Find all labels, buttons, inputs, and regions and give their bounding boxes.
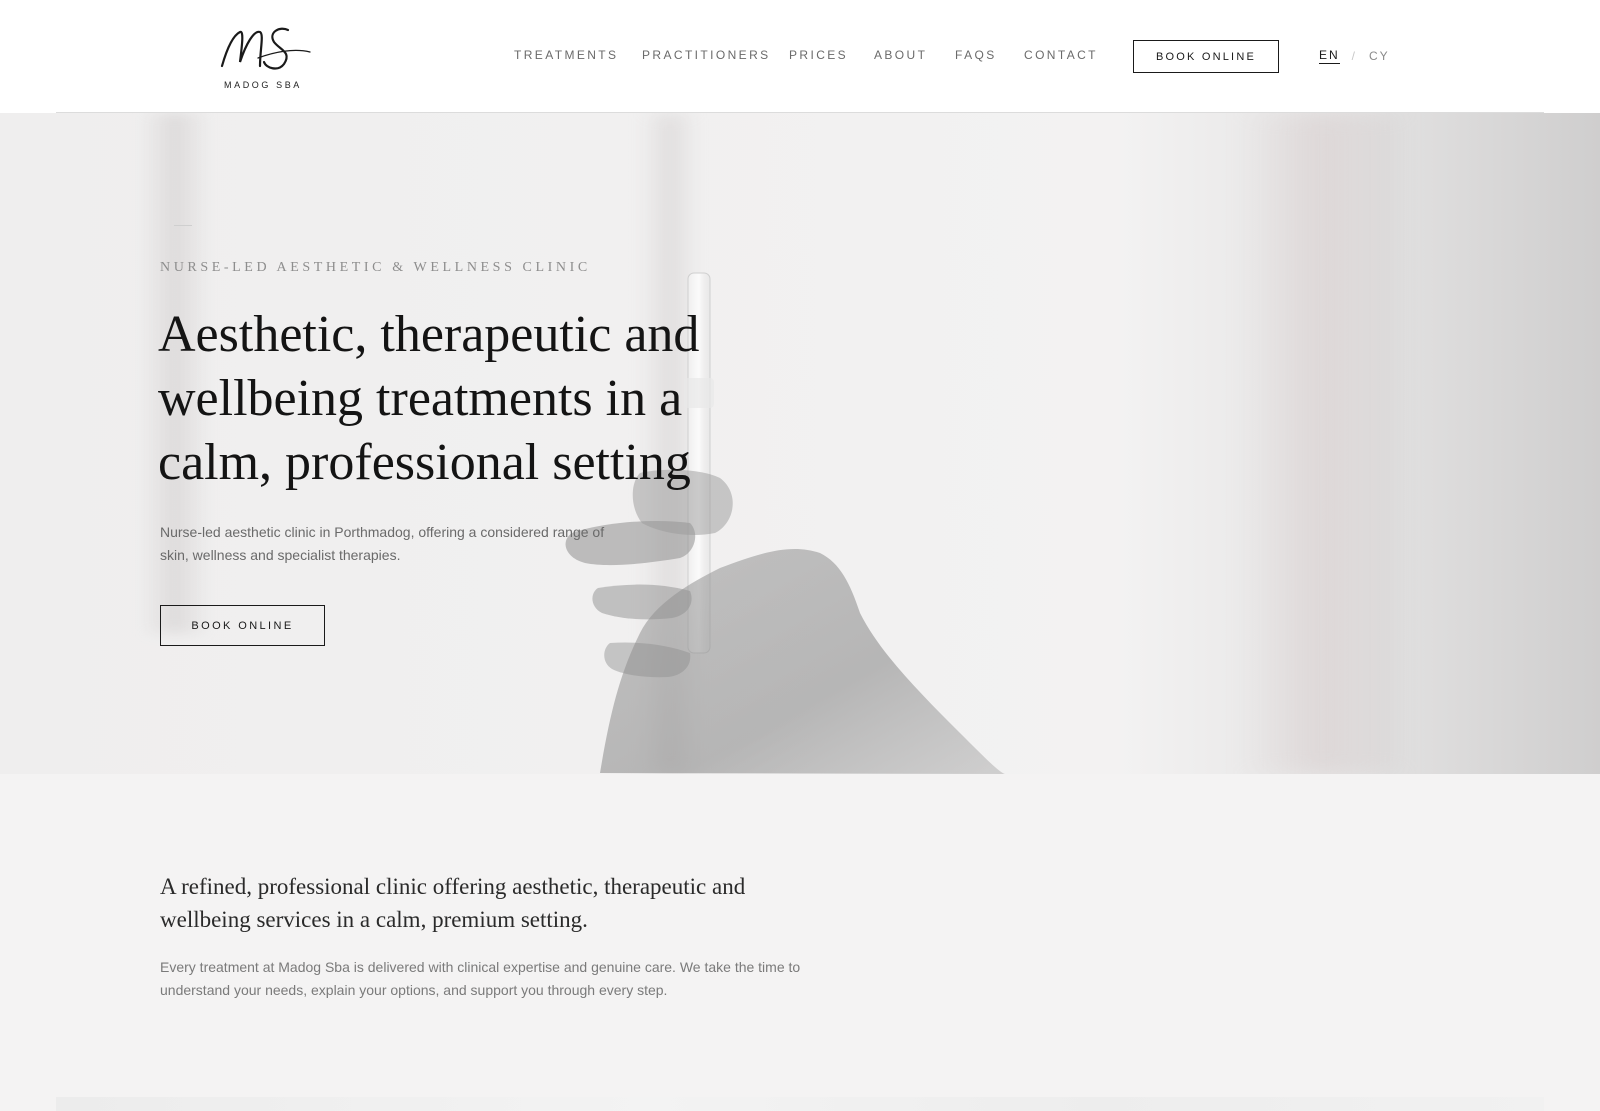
hero-subtitle: Nurse-led aesthetic clinic in Porthmadog… bbox=[160, 524, 605, 563]
site-header: MADOG SBA TREATMENTS PRACTITIONERS PRICE… bbox=[0, 0, 1600, 113]
eyebrow-accent-line bbox=[174, 225, 192, 226]
brand-name: MADOG SBA bbox=[224, 80, 302, 90]
hero-title: Aesthetic, therapeutic and wellbeing tre… bbox=[158, 306, 700, 491]
nav-contact[interactable]: CONTACT bbox=[1024, 48, 1098, 62]
book-online-button-hero[interactable]: BOOK ONLINE bbox=[160, 605, 325, 646]
nav-treatments[interactable]: TREATMENTS bbox=[514, 48, 618, 62]
nav-prices[interactable]: PRICES bbox=[789, 48, 848, 62]
hero-eyebrow: NURSE-LED AESTHETIC & WELLNESS CLINIC bbox=[160, 260, 591, 275]
brand-logo[interactable]: MADOG SBA bbox=[218, 22, 318, 94]
language-switcher: EN / CY bbox=[1319, 48, 1390, 64]
book-online-button-header[interactable]: BOOK ONLINE bbox=[1133, 40, 1279, 73]
ms-monogram-icon bbox=[220, 27, 311, 70]
nav-about[interactable]: ABOUT bbox=[874, 48, 927, 62]
nav-practitioners[interactable]: PRACTITIONERS bbox=[642, 48, 771, 62]
hero-section: NURSE-LED AESTHETIC & WELLNESS CLINIC Ae… bbox=[0, 113, 1600, 774]
language-cy[interactable]: CY bbox=[1369, 49, 1390, 63]
intro-lead: A refined, professional clinic offering … bbox=[160, 874, 746, 932]
language-separator: / bbox=[1351, 49, 1358, 63]
intro-body: Every treatment at Madog Sba is delivere… bbox=[160, 959, 801, 998]
nav-faqs[interactable]: FAQS bbox=[955, 48, 997, 62]
next-section-edge bbox=[56, 1097, 1544, 1111]
language-en[interactable]: EN bbox=[1319, 48, 1340, 64]
